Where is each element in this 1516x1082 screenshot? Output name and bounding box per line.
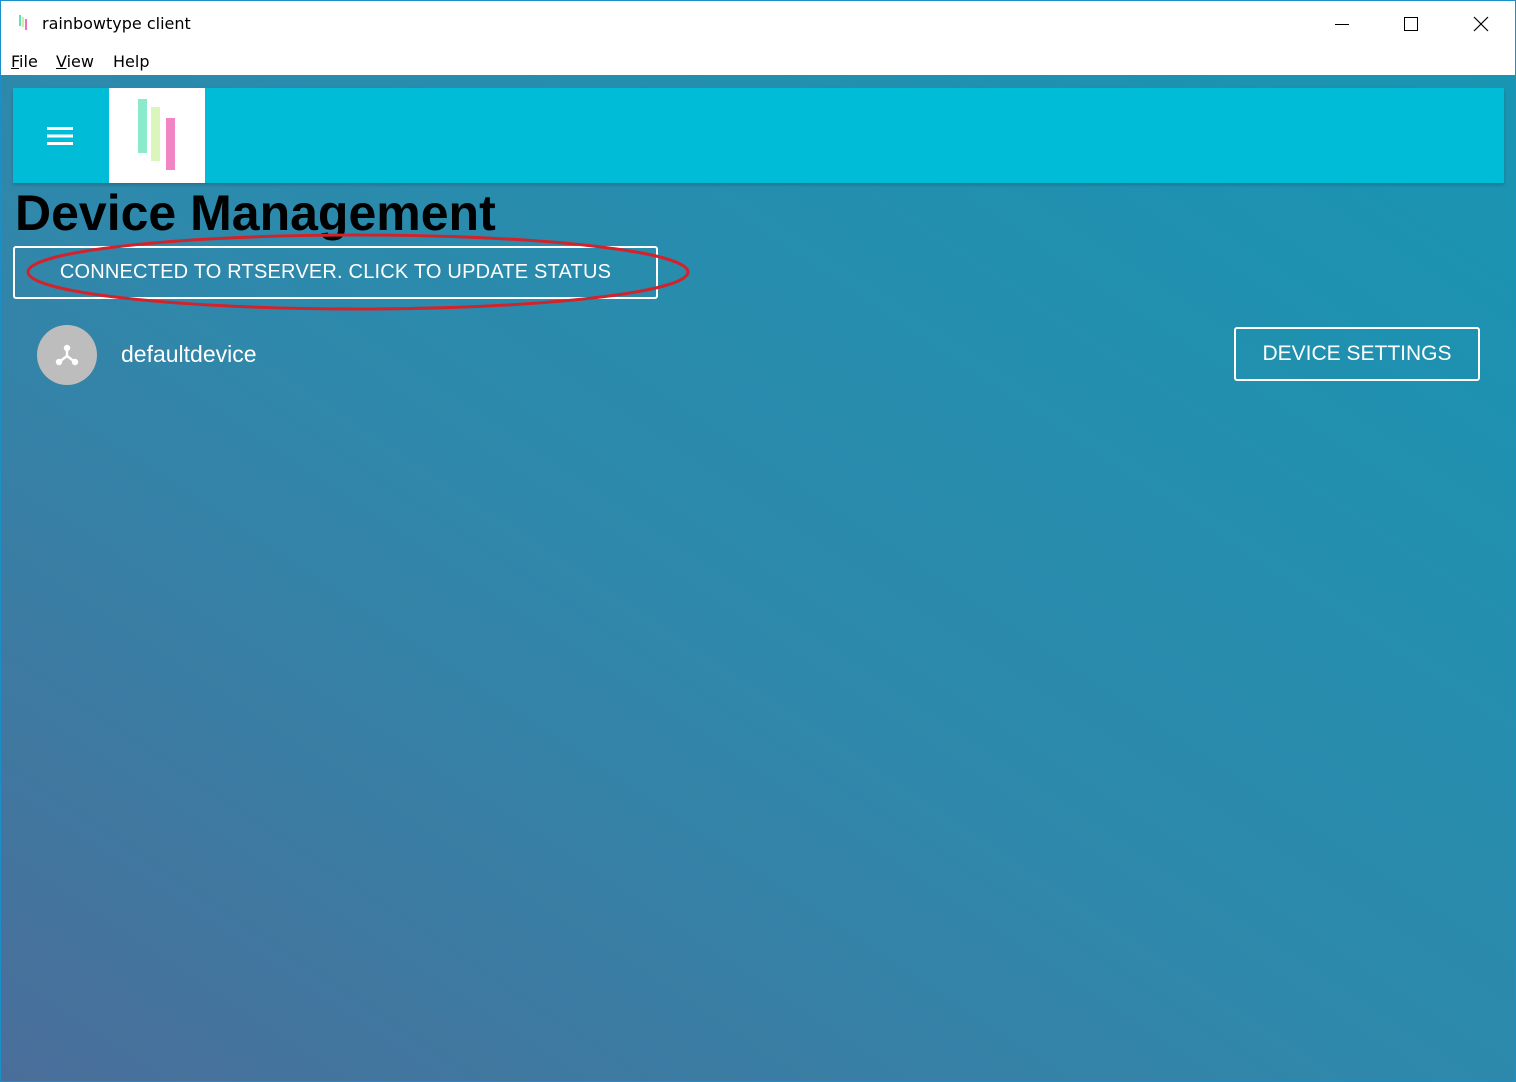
app-logo[interactable] [109,88,205,183]
device-name: defaultdevice [121,341,257,367]
maximize-icon [1404,17,1418,31]
menu-icon [47,127,73,145]
window-title: rainbowtype client [42,14,191,33]
menu-view-mnemonic: V [56,52,67,71]
menu-file-label: ile [19,52,38,71]
maximize-button[interactable] [1376,1,1446,47]
page-title: Device Management [15,185,496,241]
menu-bar: File View Help [1,47,1515,75]
menu-help[interactable]: Help [113,52,149,71]
device-settings-button[interactable]: DEVICE SETTINGS [1234,327,1480,381]
connection-status-button[interactable]: CONNECTED TO RTSERVER. CLICK TO UPDATE S… [13,246,658,299]
rainbowtype-logo-icon [138,99,175,170]
menu-view-label: iew [66,52,94,71]
close-icon [1473,16,1489,32]
minimize-icon [1335,24,1349,25]
title-bar[interactable]: rainbowtype client [1,1,1515,47]
list-item: defaultdevice DEVICE SETTINGS [25,323,1495,387]
menu-file-mnemonic: F [11,52,20,71]
device-avatar [37,325,97,385]
app-content: Device Management CONNECTED TO RTSERVER.… [1,75,1515,1081]
app-window: rainbowtype client File View Help Device… [0,0,1516,1082]
close-button[interactable] [1446,1,1515,47]
app-logo-icon [19,15,27,30]
minimize-button[interactable] [1307,1,1377,47]
menu-view[interactable]: View [56,52,94,71]
menu-toggle-button[interactable] [45,124,75,148]
menu-help-label: Help [113,52,150,71]
device-hub-icon [55,344,79,366]
menu-file[interactable]: File [11,52,38,71]
app-bar [13,88,1504,183]
